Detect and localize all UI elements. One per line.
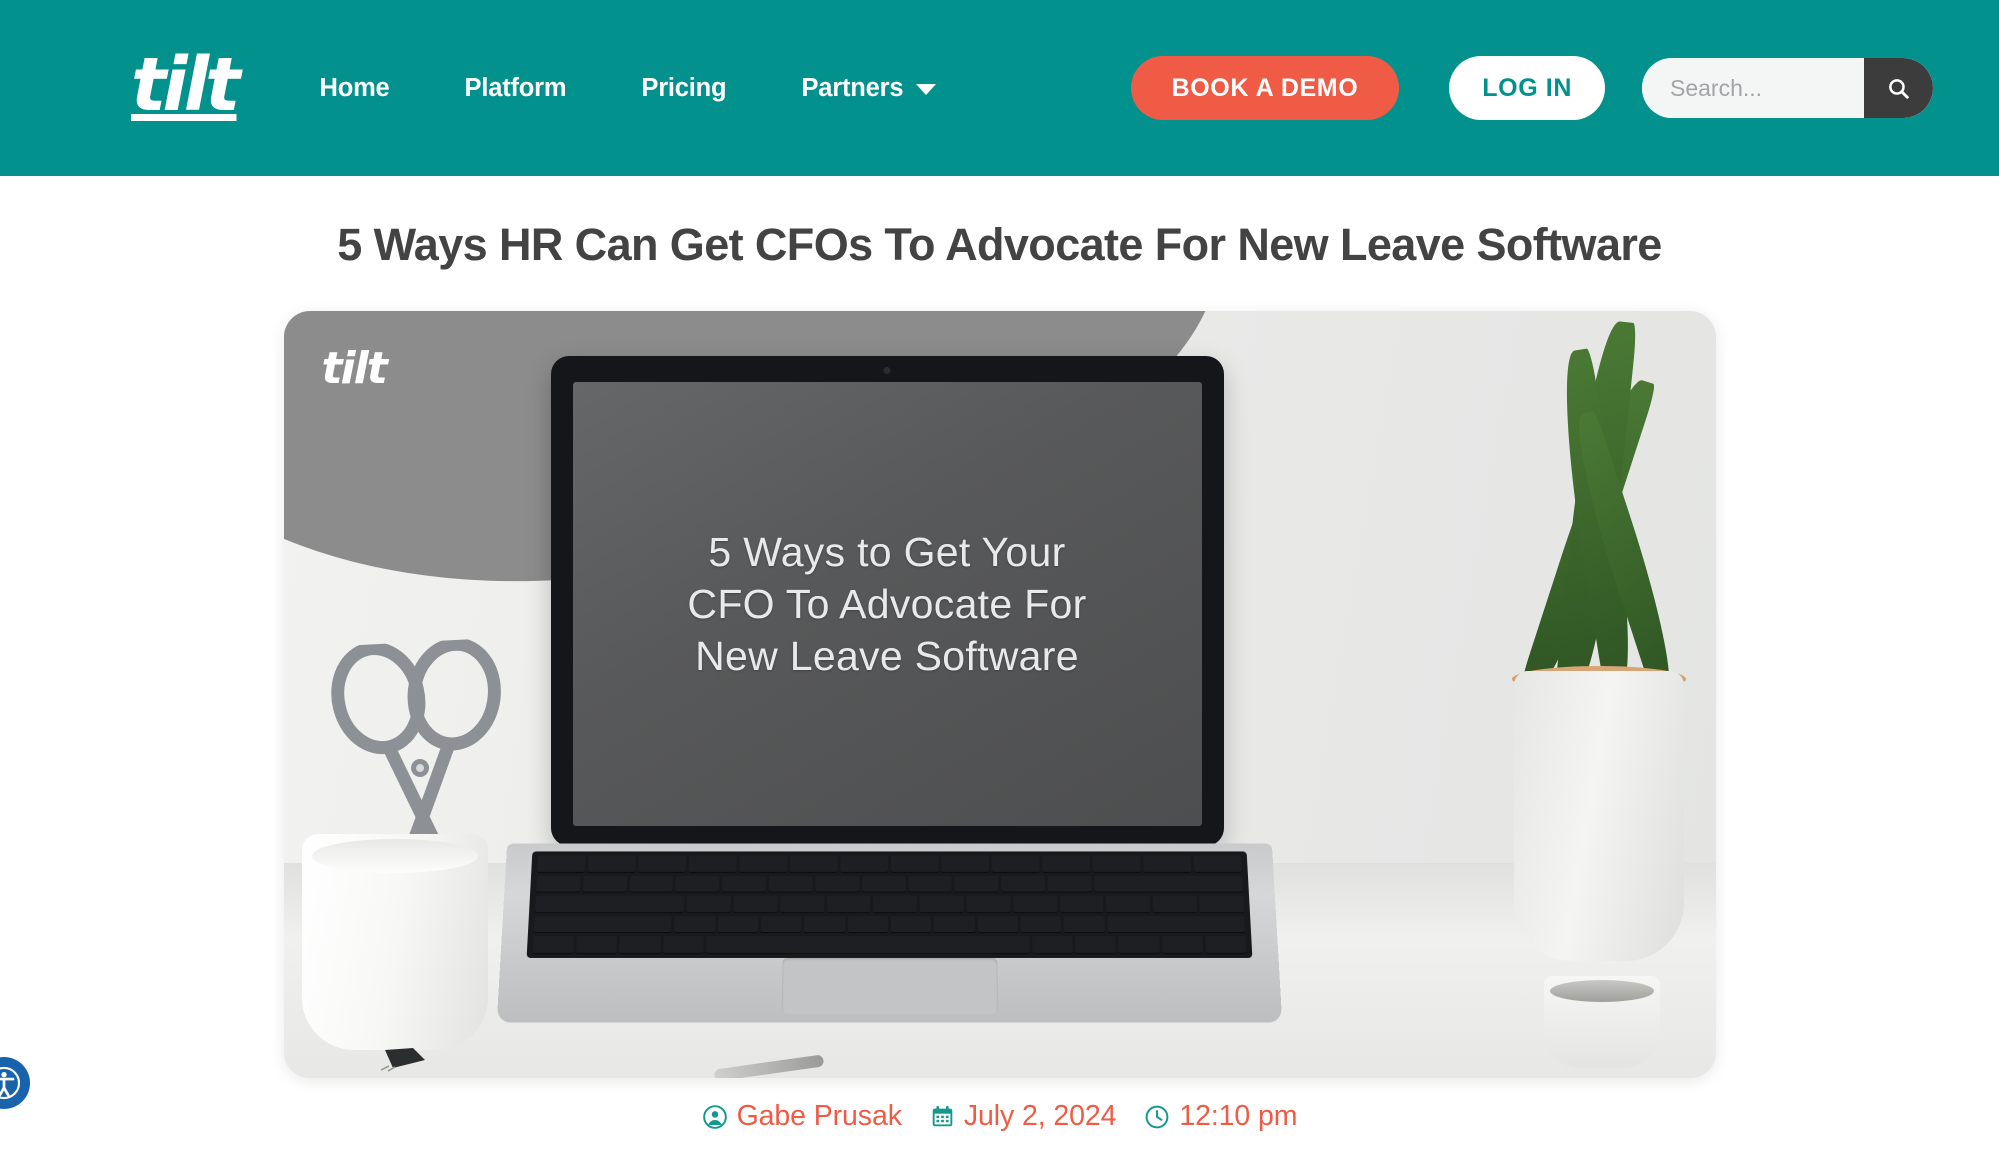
search-box — [1642, 58, 1933, 118]
plant-pot — [1513, 671, 1684, 961]
primary-navigation: Home Platform Pricing Partners — [319, 64, 937, 113]
meta-date[interactable]: July 2, 2024 — [930, 1100, 1117, 1133]
keyboard-row — [533, 915, 1245, 934]
nav-item-platform[interactable]: Platform — [465, 64, 567, 113]
calendar-icon — [930, 1104, 955, 1129]
article-meta: Gabe Prusak July 2, 2024 12:10 pm — [0, 1100, 1999, 1133]
clock-icon — [1144, 1104, 1170, 1130]
featured-image: tilt 5 Ways to Get Your CFO To Advocate … — [283, 311, 1716, 1078]
laptop-lid: 5 Ways to Get Your CFO To Advocate For N… — [550, 356, 1224, 846]
meta-date-text: July 2, 2024 — [963, 1100, 1117, 1132]
user-circle-icon — [702, 1104, 728, 1130]
laptop-base — [496, 843, 1282, 1023]
search-input[interactable] — [1642, 58, 1864, 118]
search-icon — [1889, 78, 1909, 99]
nav-item-home[interactable]: Home — [319, 64, 389, 113]
small-metal-cup — [1543, 976, 1660, 1068]
keyboard-row — [534, 895, 1244, 913]
header-actions: BOOK A DEMO LOG IN — [1130, 56, 1933, 120]
ceramic-mug — [301, 834, 488, 1050]
laptop-screen-text: 5 Ways to Get Your CFO To Advocate For N… — [687, 528, 1087, 680]
page-title: 5 Ways HR Can Get CFOs To Advocate For N… — [337, 219, 1662, 270]
meta-author[interactable]: Gabe Prusak — [702, 1100, 902, 1133]
laptop-trackpad — [780, 957, 998, 1015]
brand-logo[interactable]: tilt — [131, 48, 241, 122]
meta-time[interactable]: 12:10 pm — [1144, 1100, 1297, 1133]
laptop-screen: 5 Ways to Get Your CFO To Advocate For N… — [572, 382, 1202, 826]
nav-item-partners-label: Partners — [801, 73, 904, 102]
laptop-keyboard — [526, 851, 1252, 958]
binder-clip-icon — [380, 1048, 425, 1072]
nav-item-pricing[interactable]: Pricing — [641, 64, 726, 113]
search-submit-button[interactable] — [1864, 58, 1933, 118]
keyboard-row — [536, 855, 1242, 873]
laptop-camera — [883, 367, 891, 374]
accessibility-icon — [0, 1066, 21, 1100]
meta-time-text: 12:10 pm — [1179, 1100, 1298, 1132]
meta-author-text: Gabe Prusak — [736, 1100, 902, 1132]
book-a-demo-button[interactable]: BOOK A DEMO — [1130, 56, 1400, 120]
keyboard-row — [532, 936, 1246, 954]
log-in-button[interactable]: LOG IN — [1449, 56, 1605, 120]
photo-scene: tilt 5 Ways to Get Your CFO To Advocate … — [283, 311, 1716, 1078]
keyboard-row — [535, 875, 1243, 893]
featured-image-overlay-logo: tilt — [321, 343, 388, 394]
featured-image-wrap: tilt 5 Ways to Get Your CFO To Advocate … — [0, 311, 1999, 1078]
article-main: 5 Ways HR Can Get CFOs To Advocate For N… — [0, 219, 1999, 1133]
site-header: tilt Home Platform Pricing Partners BOOK… — [0, 0, 1999, 176]
nav-item-partners[interactable]: Partners — [801, 64, 937, 113]
chevron-down-icon — [916, 84, 937, 95]
